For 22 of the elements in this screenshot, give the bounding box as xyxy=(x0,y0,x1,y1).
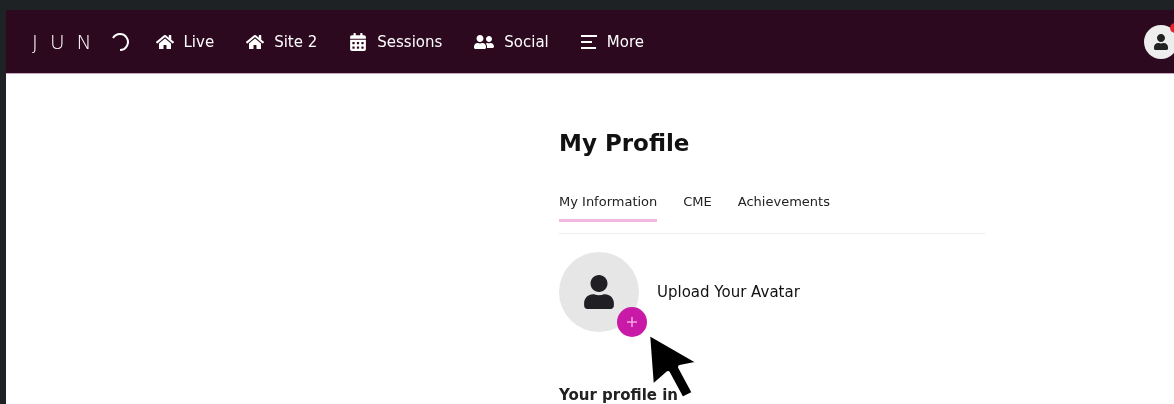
nav-link[interactable]: More xyxy=(580,32,644,51)
logo-ring-icon xyxy=(109,31,130,52)
logo-text: JUN xyxy=(32,29,104,54)
nav-link[interactable]: Social xyxy=(474,31,549,52)
user-avatar-button[interactable] xyxy=(1144,24,1174,59)
menu-icon xyxy=(580,34,597,49)
page-title: My Profile xyxy=(559,130,691,156)
profile-tab[interactable]: Achievements xyxy=(737,192,830,222)
calendar-icon xyxy=(349,32,368,51)
home-icon xyxy=(155,32,174,51)
section-heading: Your profile in xyxy=(559,386,679,404)
profile-tab[interactable]: CME xyxy=(683,192,712,222)
home-icon xyxy=(246,32,265,51)
person-icon xyxy=(1153,33,1169,50)
plus-icon xyxy=(626,316,638,328)
nav-link[interactable]: Site 2 xyxy=(246,32,318,51)
upload-label: Upload Your Avatar xyxy=(657,283,800,301)
add-button[interactable] xyxy=(617,307,647,337)
profile-tab[interactable]: My Information xyxy=(559,192,658,222)
person-icon xyxy=(582,275,616,309)
nav-link[interactable]: Live xyxy=(155,32,215,51)
nav-link[interactable]: Sessions xyxy=(349,32,443,51)
